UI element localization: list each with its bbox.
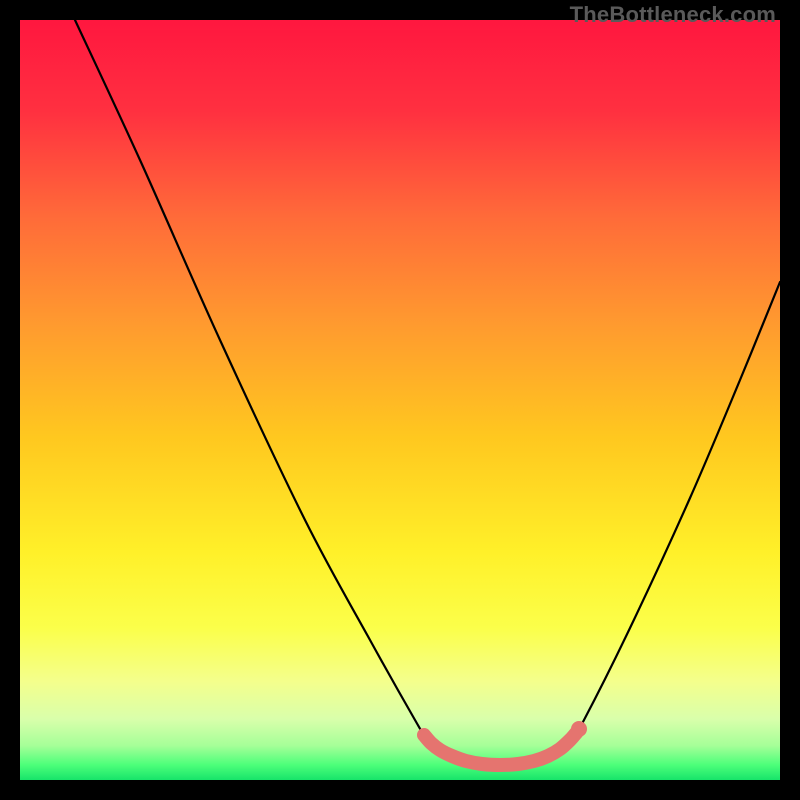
- bottleneck-curve: [75, 20, 780, 765]
- sweet-spot-highlight: [424, 732, 577, 765]
- sweet-spot-end-dot: [571, 721, 587, 737]
- plot-area: [20, 20, 780, 780]
- watermark-text: TheBottleneck.com: [570, 2, 776, 28]
- curve-layer: [20, 20, 780, 780]
- chart-frame: TheBottleneck.com: [0, 0, 800, 800]
